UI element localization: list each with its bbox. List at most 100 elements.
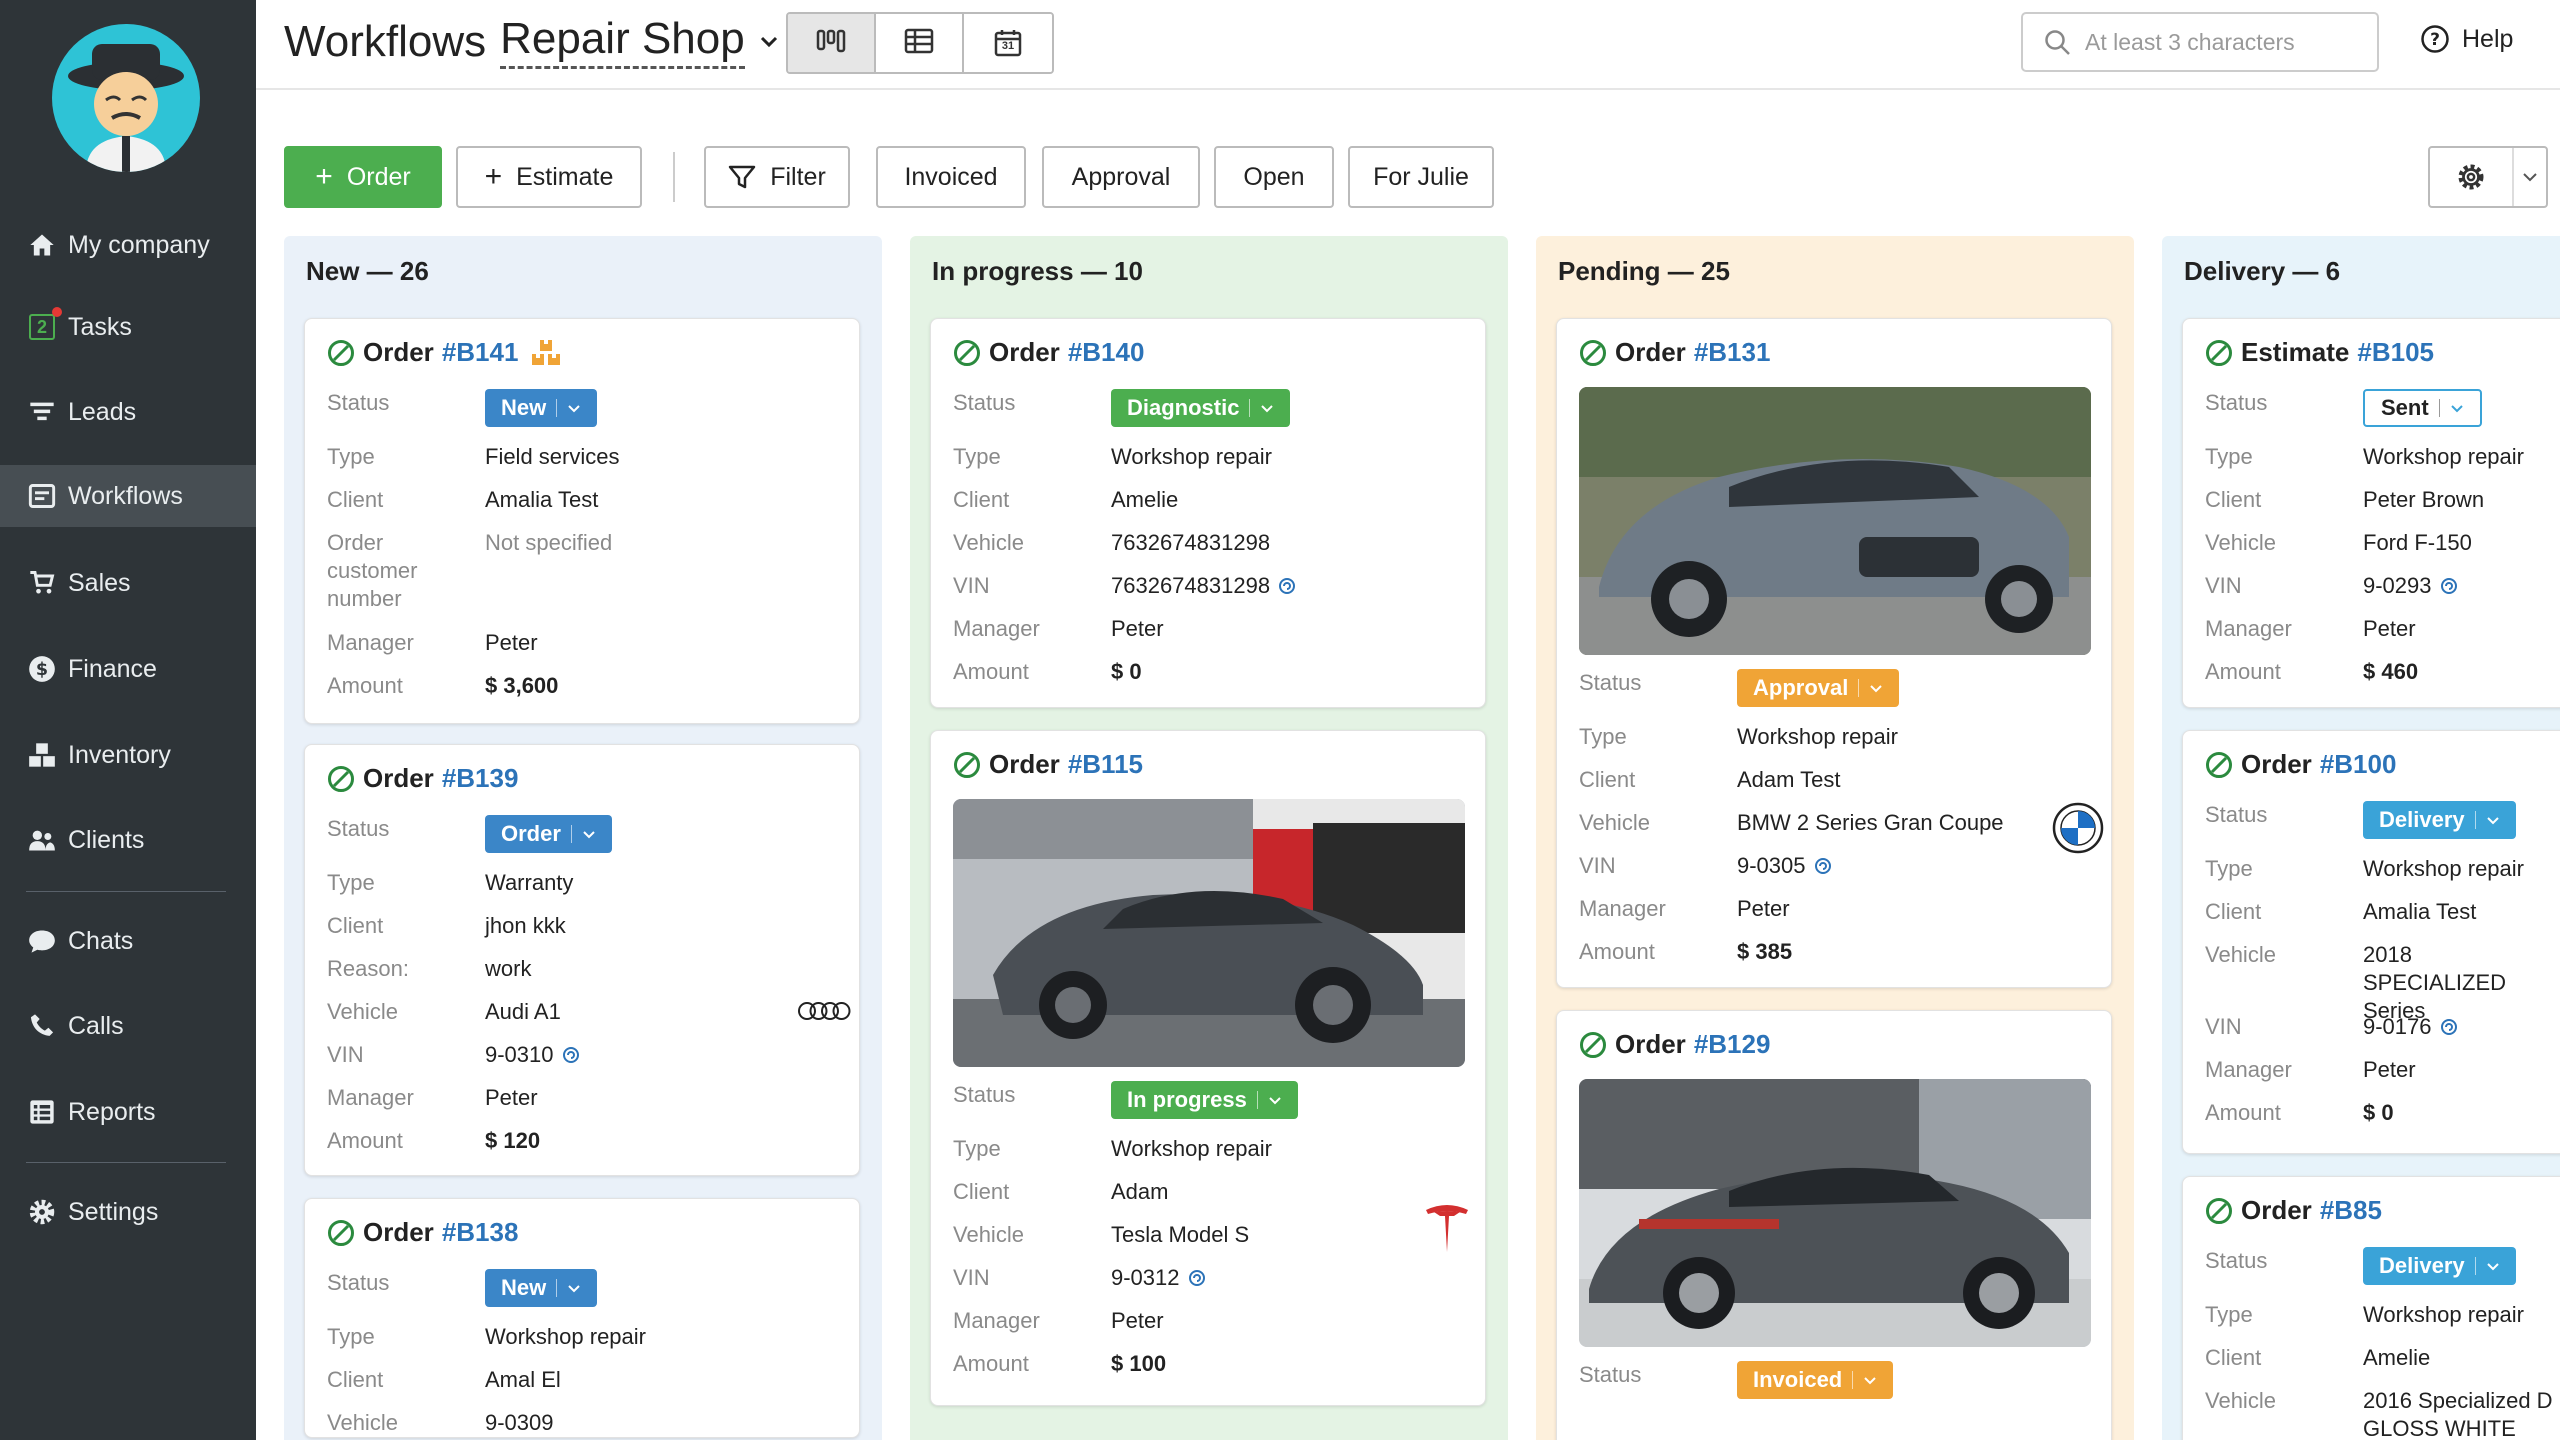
sidebar-divider <box>26 1162 226 1163</box>
estimate-number-link[interactable]: #B105 <box>2357 337 2434 368</box>
gear-icon <box>26 1196 58 1228</box>
table-view-button[interactable] <box>876 14 964 72</box>
sidebar-item-clients[interactable]: Clients <box>0 809 256 871</box>
sidebar-item-sales[interactable]: Sales <box>0 552 256 614</box>
order-card[interactable]: Order #B129 Status Invoiced <box>1556 1010 2112 1440</box>
chevron-down-icon[interactable] <box>759 35 779 49</box>
open-filter-button[interactable]: Open <box>1214 146 1334 208</box>
status-dropdown[interactable]: Invoiced <box>1737 1361 1894 1399</box>
sidebar-item-finance[interactable]: $ Finance <box>0 638 256 700</box>
tasks-icon: 2 <box>26 307 62 343</box>
status-dropdown[interactable]: New <box>485 1269 598 1307</box>
status-ok-icon <box>327 339 355 367</box>
vehicle-photo[interactable] <box>953 799 1465 1067</box>
order-number-link[interactable]: #B138 <box>442 1217 519 1248</box>
sidebar-item-workflows[interactable]: Workflows <box>0 465 256 527</box>
copy-icon[interactable] <box>2440 1018 2458 1036</box>
filter-button[interactable]: Filter <box>704 146 850 208</box>
search-icon <box>2043 28 2071 56</box>
order-card[interactable]: Order #B138 Status New Type Workshop repa… <box>304 1198 860 1438</box>
order-number-link[interactable]: #B129 <box>1694 1029 1771 1060</box>
chevron-down-icon <box>568 1284 580 1292</box>
column-pending: Pending — 25 Order #B131 Status Approval… <box>1536 236 2134 1440</box>
copy-icon[interactable] <box>1814 857 1832 875</box>
order-card[interactable]: Order #B131 Status Approval Type Worksho… <box>1556 318 2112 988</box>
status-dropdown[interactable]: Sent <box>2363 389 2482 427</box>
chevron-down-icon <box>1269 1096 1281 1104</box>
status-ok-icon <box>953 339 981 367</box>
funnel-icon <box>26 396 58 428</box>
order-number-link[interactable]: #B141 <box>442 337 519 368</box>
calendar-view-button[interactable]: 31 <box>964 14 1052 72</box>
sidebar-item-my-company[interactable]: My company <box>0 214 256 276</box>
order-card[interactable]: Order #B140 Status Diagnostic Type Worksh… <box>930 318 1486 708</box>
status-dropdown[interactable]: In progress <box>1111 1081 1298 1119</box>
sidebar-item-leads[interactable]: Leads <box>0 381 256 443</box>
status-dropdown[interactable]: Delivery <box>2363 1247 2516 1285</box>
order-number-link[interactable]: #B115 <box>1068 749 1143 780</box>
status-ok-icon <box>327 765 355 793</box>
status-ok-icon <box>2205 751 2233 779</box>
copy-icon[interactable] <box>562 1046 580 1064</box>
add-estimate-button[interactable]: + Estimate <box>456 146 642 208</box>
for-julie-filter-button[interactable]: For Julie <box>1348 146 1494 208</box>
chevron-down-icon <box>2486 816 2499 824</box>
table-icon <box>904 28 934 59</box>
order-number-link[interactable]: #B139 <box>442 763 519 794</box>
order-card[interactable]: Order #B115 Status In progress Type Work… <box>930 730 1486 1406</box>
shop-selector[interactable]: Repair Shop <box>500 14 745 69</box>
status-dropdown[interactable]: Approval <box>1737 669 1900 707</box>
order-card[interactable]: Order #B85 Status Delivery Type Workshop … <box>2182 1176 2560 1440</box>
invoiced-filter-button[interactable]: Invoiced <box>876 146 1026 208</box>
sidebar-item-reports[interactable]: Reports <box>0 1081 256 1143</box>
view-switcher: 31 <box>786 12 1054 74</box>
chevron-down-icon[interactable] <box>2514 148 2546 206</box>
chevron-down-icon <box>1261 404 1274 412</box>
page-title[interactable]: Workflows Repair Shop <box>284 14 779 69</box>
copy-icon[interactable] <box>2440 577 2458 595</box>
status-ok-icon <box>2205 339 2233 367</box>
cart-icon <box>26 567 58 599</box>
status-dropdown[interactable]: New <box>485 389 598 427</box>
kanban-view-button[interactable] <box>788 14 876 72</box>
vehicle-photo[interactable] <box>1579 387 2091 655</box>
sidebar-item-tasks[interactable]: 2 Tasks <box>0 296 256 358</box>
search-input[interactable] <box>2085 28 2345 56</box>
help-circle-icon: ? <box>2420 24 2450 54</box>
toolbar-divider <box>673 152 675 202</box>
order-number-link[interactable]: #B85 <box>2320 1195 2382 1226</box>
header: Workflows Repair Shop 31 ? Help <box>256 0 2560 90</box>
sidebar-item-inventory[interactable]: Inventory <box>0 724 256 786</box>
help-button[interactable]: ? Help <box>2420 24 2513 54</box>
column-new: New — 26 Order #B141 Status New Type Fiel… <box>284 236 882 1440</box>
column-title: Pending — 25 <box>1558 256 1730 286</box>
column-title: In progress — 10 <box>932 256 1143 286</box>
copy-icon[interactable] <box>1188 1269 1206 1287</box>
copy-icon[interactable] <box>1278 577 1296 595</box>
notification-dot <box>52 307 62 317</box>
sidebar-item-settings[interactable]: Settings <box>0 1181 256 1243</box>
order-card[interactable]: Order #B100 Status Delivery Type Workshop… <box>2182 730 2560 1154</box>
order-number-link[interactable]: #B131 <box>1694 337 1771 368</box>
sidebar-item-chats[interactable]: Chats <box>0 910 256 972</box>
order-number-link[interactable]: #B140 <box>1068 337 1145 368</box>
status-dropdown[interactable]: Order <box>485 815 612 853</box>
column-in-progress: In progress — 10 Order #B140 Status Diag… <box>910 236 1508 1440</box>
user-avatar[interactable] <box>52 24 200 172</box>
bmw-logo-icon <box>2051 801 2105 855</box>
status-dropdown[interactable]: Delivery <box>2363 801 2516 839</box>
order-number-link[interactable]: #B100 <box>2320 749 2397 780</box>
order-card[interactable]: Order #B139 Status Order Type Warranty Cl… <box>304 744 860 1176</box>
sidebar-item-calls[interactable]: Calls <box>0 995 256 1057</box>
status-dropdown[interactable]: Diagnostic <box>1111 389 1291 427</box>
estimate-card[interactable]: Estimate #B105 Status Sent Type Workshop … <box>2182 318 2560 708</box>
gear-icon[interactable] <box>2430 148 2514 206</box>
vehicle-photo[interactable] <box>1579 1079 2091 1347</box>
order-card[interactable]: Order #B141 Status New Type Field service… <box>304 318 860 724</box>
toolbar: + Order + Estimate Filter Invoiced Appro… <box>256 146 2560 210</box>
approval-filter-button[interactable]: Approval <box>1042 146 1200 208</box>
chevron-down-icon <box>1864 1376 1876 1384</box>
chevron-down-icon <box>583 830 595 838</box>
board-settings-button[interactable] <box>2428 146 2548 208</box>
add-order-button[interactable]: + Order <box>284 146 442 208</box>
